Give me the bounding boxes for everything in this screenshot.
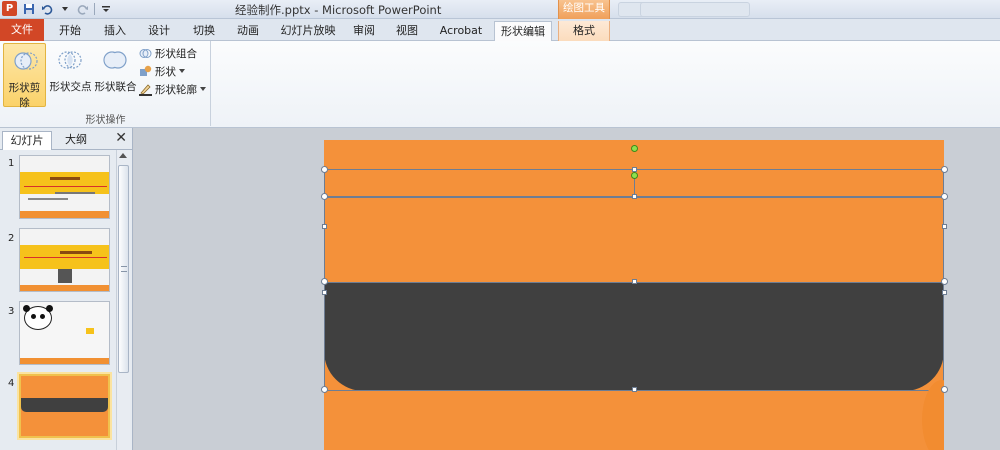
group-label-shape-operations: 形状操作 <box>85 115 126 126</box>
panel-tabs: 幻灯片 大纲 ✕ <box>0 128 133 150</box>
quick-access-toolbar <box>22 1 113 17</box>
toolbar-separator <box>94 3 95 15</box>
tab-animations[interactable]: 动画 <box>230 21 266 41</box>
tab-design[interactable]: 设计 <box>141 21 177 41</box>
shape-combine-button[interactable]: 形状组合 <box>139 45 197 61</box>
tab-shape-edit[interactable]: 形状编辑 <box>494 21 552 42</box>
resize-handle[interactable] <box>321 166 328 173</box>
ribbon-tabs: 文件 开始 插入 设计 切换 动画 幻灯片放映 审阅 视图 Acrobat 形状… <box>0 19 1000 42</box>
shape-selection-frame <box>324 197 944 391</box>
shape-intersect-icon <box>58 51 82 69</box>
resize-handle[interactable] <box>942 224 947 229</box>
shape-union-label: 形状联合 <box>94 81 137 93</box>
slide-number: 1 <box>8 158 15 169</box>
tab-review[interactable]: 审阅 <box>346 21 382 41</box>
rotation-handle-icon[interactable] <box>631 145 638 152</box>
resize-handle[interactable] <box>632 167 637 172</box>
slide-editing-canvas[interactable] <box>134 128 1000 450</box>
shape-operations-group: 形状剪除 形状交点 形状联合 形状组合 形状 形状轮廓 形状操作 <box>0 41 211 126</box>
resize-handle[interactable] <box>942 290 947 295</box>
drawing-tools-context-header: 绘图工具 <box>558 0 610 19</box>
resize-handle[interactable] <box>941 386 948 393</box>
shape-intersect-label: 形状交点 <box>49 81 92 93</box>
tab-acrobat[interactable]: Acrobat <box>433 21 489 41</box>
resize-handle[interactable] <box>632 387 637 392</box>
scrollbar-grip-icon <box>121 266 127 272</box>
ribbon: 形状剪除 形状交点 形状联合 形状组合 形状 形状轮廓 形状操作 <box>0 41 1000 128</box>
chevron-down-icon <box>179 68 185 73</box>
shape-union-button[interactable]: 形状联合 <box>94 43 137 107</box>
tab-file[interactable]: 文件 <box>0 19 44 41</box>
shape-subtract-label: 形状剪除 <box>8 82 41 109</box>
resize-handle[interactable] <box>321 278 328 285</box>
shape-combine-label: 形状组合 <box>155 47 197 60</box>
shape-subtract-button[interactable]: 形状剪除 <box>3 43 46 109</box>
shape-intersect-button[interactable]: 形状交点 <box>49 43 92 107</box>
shapes-label: 形状 <box>155 65 176 78</box>
tab-format[interactable]: 格式 <box>558 21 610 41</box>
panel-scrollbar[interactable] <box>116 150 130 450</box>
shapes-button[interactable]: 形状 <box>139 63 185 79</box>
scrollbar-thumb[interactable] <box>118 165 129 373</box>
current-slide[interactable] <box>324 140 944 450</box>
shapes-icon <box>140 65 152 76</box>
redo-icon[interactable] <box>76 2 90 16</box>
resize-handle[interactable] <box>941 166 948 173</box>
tab-slideshow[interactable]: 幻灯片放映 <box>276 21 340 41</box>
save-icon[interactable] <box>22 2 36 16</box>
shape-union-icon <box>103 51 127 69</box>
tab-transitions[interactable]: 切换 <box>186 21 222 41</box>
resize-handle[interactable] <box>632 279 637 284</box>
tab-outline[interactable]: 大纲 <box>55 131 97 150</box>
close-panel-icon[interactable]: ✕ <box>115 131 127 145</box>
slide-number: 3 <box>8 306 15 317</box>
undo-icon[interactable] <box>40 2 54 16</box>
slides-panel: 幻灯片 大纲 ✕ 1 2 3 4 <box>0 128 133 450</box>
scroll-up-arrow-icon[interactable] <box>119 153 127 158</box>
slide-number: 4 <box>8 378 15 389</box>
resize-handle[interactable] <box>941 193 948 200</box>
customize-toolbar-icon[interactable] <box>99 2 113 16</box>
resize-handle[interactable] <box>322 224 327 229</box>
powerpoint-app-icon[interactable]: P <box>2 1 17 16</box>
tab-insert[interactable]: 插入 <box>97 21 133 41</box>
slide-thumbnail-4[interactable] <box>19 374 110 438</box>
shape-outline-icon <box>139 83 152 96</box>
title-bar: P 经验制作.pptx - Microsoft PowerPoint 绘图工具 <box>0 0 1000 19</box>
window-title: 经验制作.pptx - Microsoft PowerPoint <box>235 3 442 17</box>
chevron-down-icon <box>200 86 206 91</box>
tab-view[interactable]: 视图 <box>389 21 425 41</box>
shape-outline-button[interactable]: 形状轮廓 <box>139 81 206 97</box>
rotation-handle-icon[interactable] <box>631 172 638 179</box>
slide-thumbnail-2[interactable] <box>19 228 110 292</box>
shape-subtract-icon <box>14 52 38 70</box>
slide-number: 2 <box>8 233 15 244</box>
resize-handle[interactable] <box>321 386 328 393</box>
blurred-window-tab[interactable] <box>640 2 750 17</box>
shape-combine-icon <box>139 48 152 58</box>
resize-handle[interactable] <box>941 278 948 285</box>
resize-handle[interactable] <box>632 194 637 199</box>
shape-outline-label: 形状轮廓 <box>155 83 197 96</box>
slide-thumbnail-1[interactable] <box>19 155 110 219</box>
slide-thumbnail-3[interactable] <box>19 301 110 365</box>
tab-home[interactable]: 开始 <box>52 21 88 41</box>
resize-handle[interactable] <box>321 193 328 200</box>
resize-handle[interactable] <box>322 290 327 295</box>
tab-slides[interactable]: 幻灯片 <box>2 131 52 150</box>
dropdown-arrow-icon[interactable] <box>58 2 72 16</box>
